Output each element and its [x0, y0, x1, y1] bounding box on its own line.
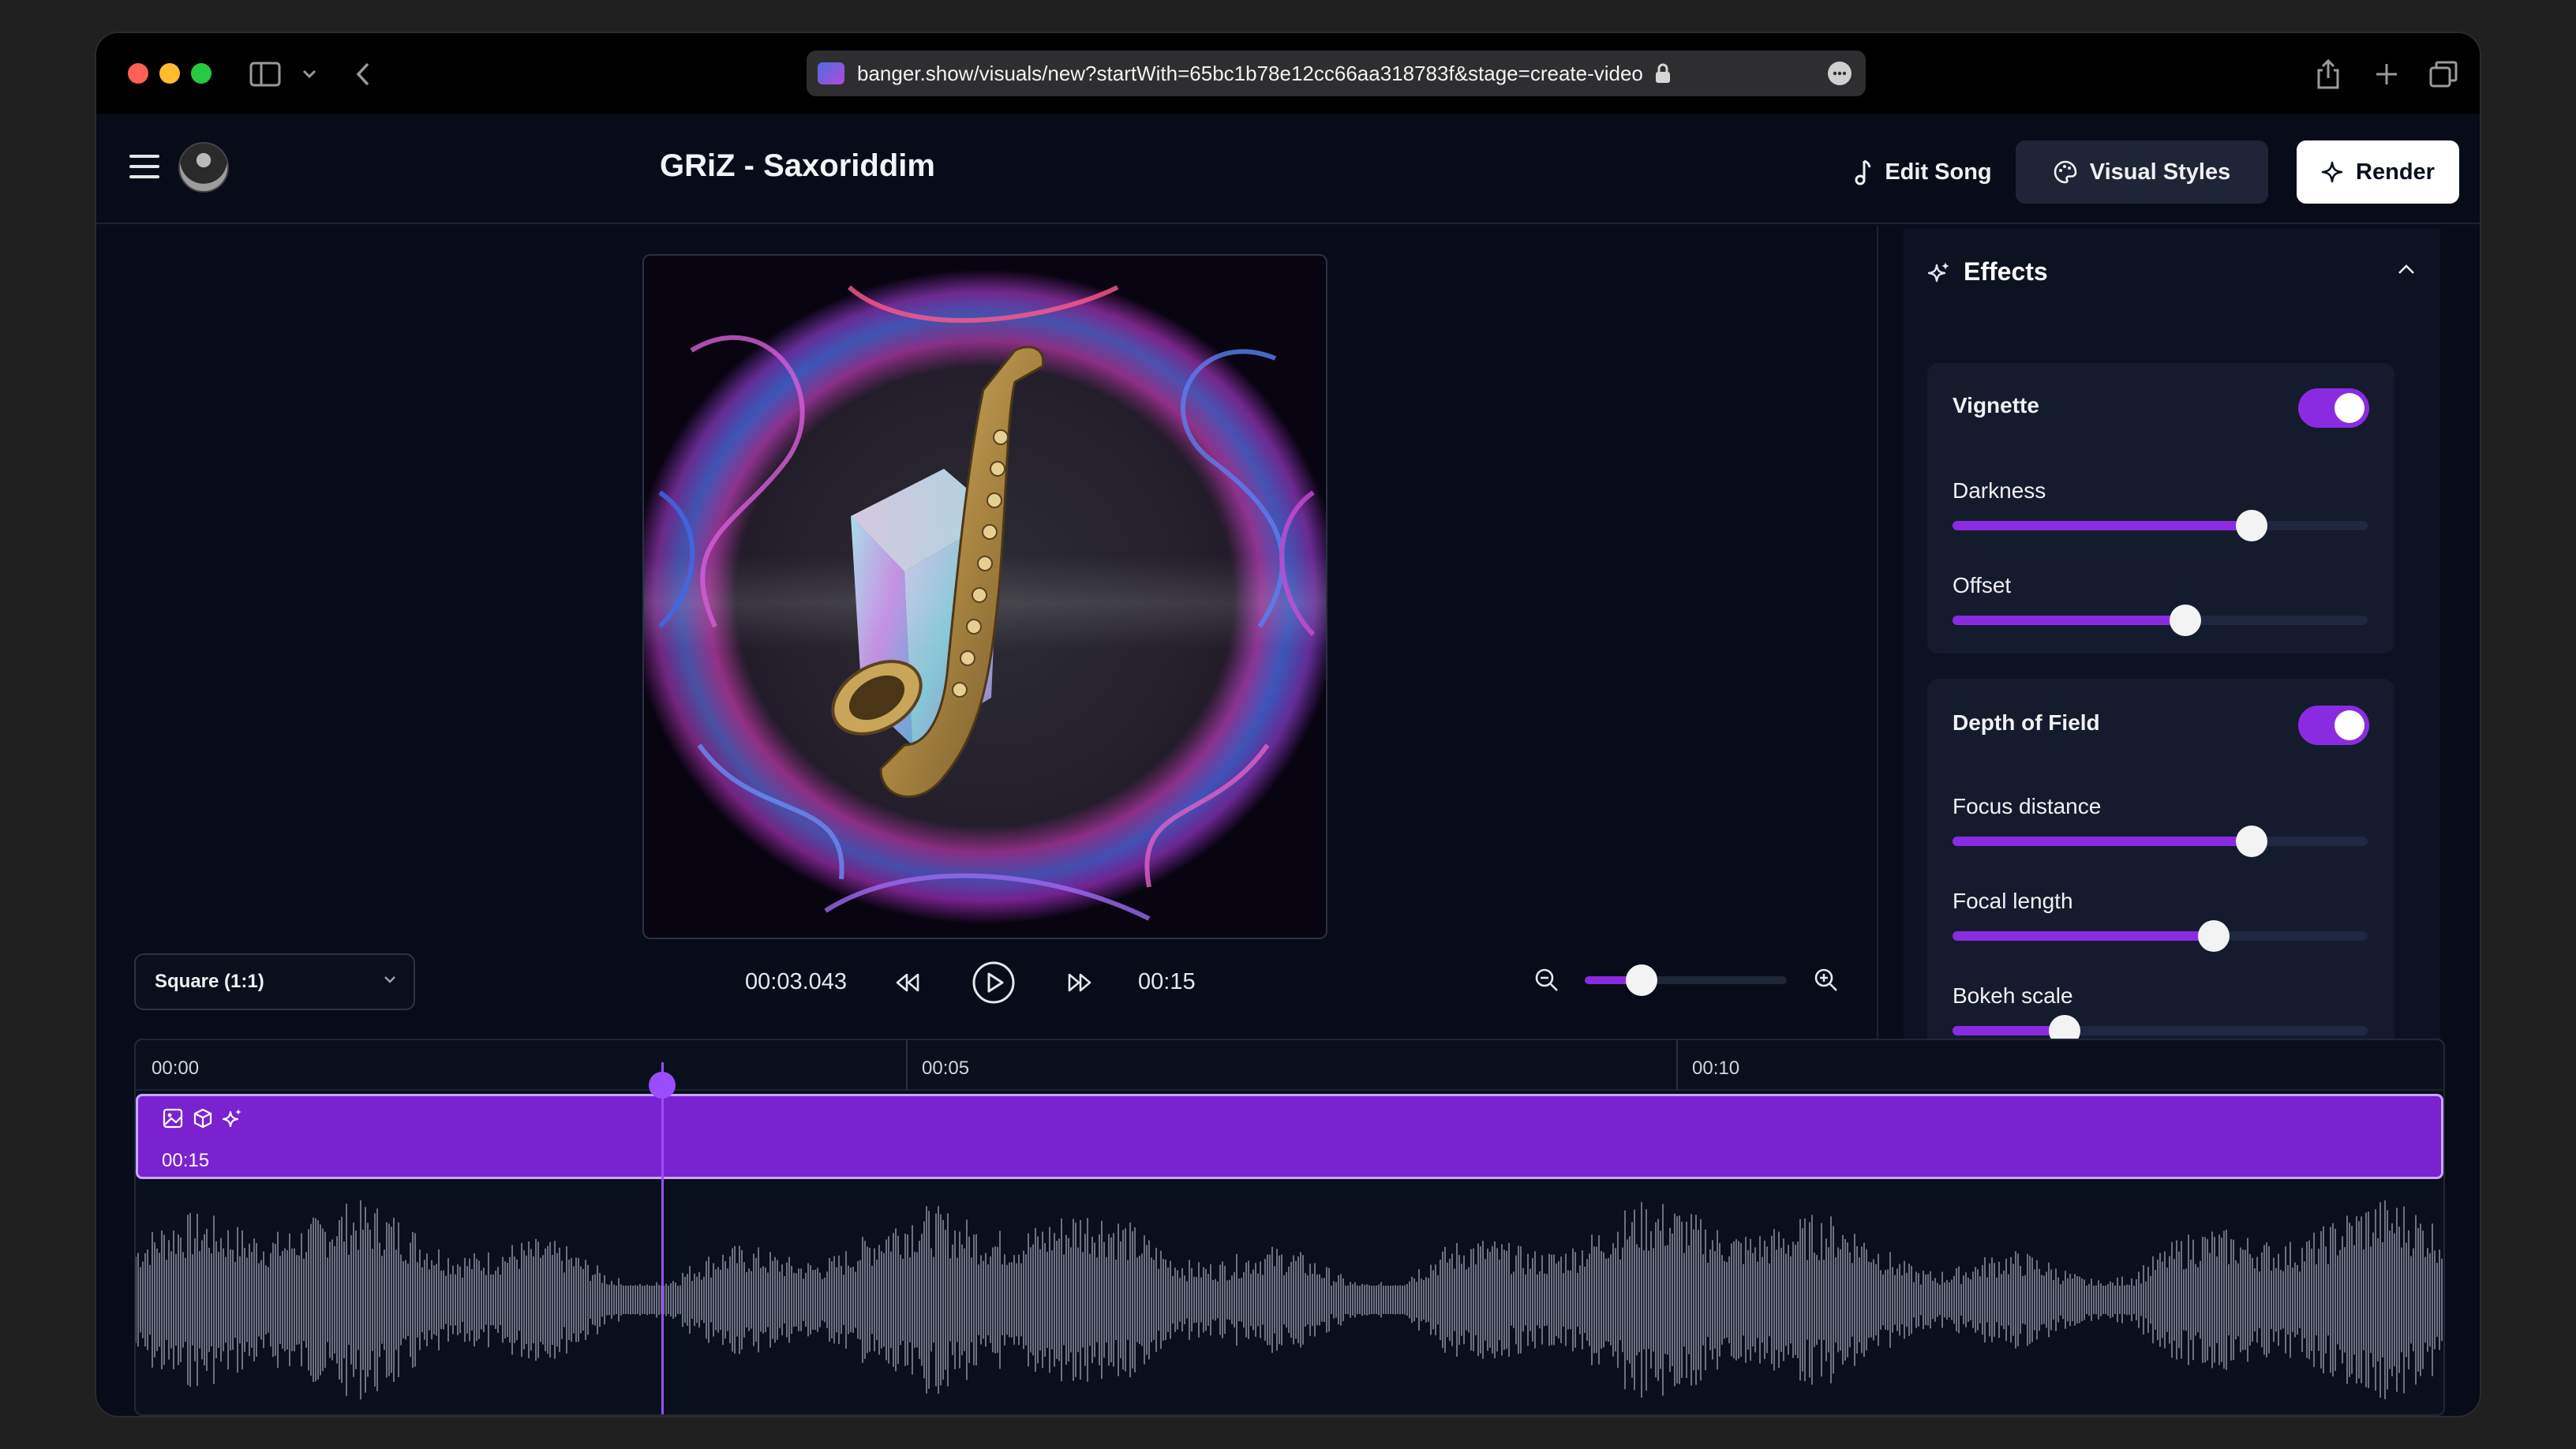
bokeh-scale-label: Bokeh scale	[1953, 983, 2073, 1008]
zoom-in-icon	[1814, 968, 1837, 991]
vignette-title: Vignette	[1953, 393, 2039, 417]
edit-song-label: Edit Song	[1885, 159, 1992, 185]
focal-length-slider-fill	[1953, 931, 2215, 941]
sidebar-icon[interactable]	[248, 57, 283, 92]
sparkle-icon	[1927, 261, 1949, 282]
darkness-slider[interactable]	[1953, 510, 2368, 541]
sparkle-icon	[222, 1109, 242, 1128]
image-icon	[163, 1108, 183, 1129]
cube-icon	[193, 1108, 212, 1129]
preview-artwork	[657, 285, 1316, 921]
fast-forward-button[interactable]	[1058, 963, 1102, 1002]
music-note-icon	[1855, 159, 1871, 185]
darkness-slider-fill	[1953, 521, 2252, 530]
sparkle-icon	[2321, 161, 2343, 183]
depth-of-field-toggle[interactable]	[2298, 706, 2369, 745]
avatar[interactable]	[178, 142, 229, 193]
offset-label: Offset	[1953, 573, 2012, 597]
lock-icon	[1655, 63, 1670, 83]
browser-titlebar: banger.show/visuals/new?startWith=65bc1b…	[96, 33, 2480, 114]
tick-label-0: 00:00	[152, 1058, 200, 1079]
page-title: GRiZ - Saxoriddim	[660, 148, 935, 183]
address-bar-url: banger.show/visuals/new?startWith=65bc1b…	[857, 61, 1643, 85]
rewind-button[interactable]	[886, 963, 930, 1002]
vignette-toggle[interactable]	[2298, 388, 2369, 428]
aspect-ratio-value: Square (1:1)	[155, 971, 264, 992]
timeline-ruler[interactable]: 00:00 00:05 00:10	[136, 1040, 2443, 1091]
focus-distance-label: Focus distance	[1953, 794, 2102, 818]
edit-song-button[interactable]: Edit Song	[1825, 140, 2022, 204]
offset-slider[interactable]	[1953, 605, 2368, 636]
playhead-line	[661, 1062, 664, 1414]
render-button[interactable]: Render	[2297, 140, 2459, 204]
timeline[interactable]: 00:00 00:05 00:10 00:15	[134, 1039, 2445, 1416]
bokeh-scale-slider-thumb[interactable]	[2049, 1015, 2081, 1039]
tabs-icon[interactable]	[2426, 57, 2461, 92]
effects-header[interactable]: Effects	[1927, 257, 2048, 286]
chevron-down-icon[interactable]	[292, 57, 327, 92]
current-time: 00:03.043	[745, 969, 848, 994]
chevron-down-icon	[384, 976, 395, 983]
depth-of-field-title: Depth of Field	[1953, 710, 2100, 735]
effects-title: Effects	[1964, 257, 2048, 286]
tick-label-5: 00:05	[922, 1058, 970, 1079]
darkness-label: Darkness	[1953, 478, 2046, 503]
close-window-button[interactable]	[128, 63, 148, 84]
offset-slider-fill	[1953, 616, 2185, 625]
address-bar[interactable]: banger.show/visuals/new?startWith=65bc1b…	[807, 51, 1866, 96]
zoom-slider[interactable]	[1585, 964, 1787, 996]
zoom-out-button[interactable]	[1531, 964, 1563, 996]
render-label: Render	[2356, 159, 2435, 185]
fast-forward-icon	[1068, 973, 1091, 992]
zoom-in-button[interactable]	[1810, 964, 1842, 996]
palette-icon	[2054, 160, 2077, 184]
clip-duration: 00:15	[162, 1150, 210, 1171]
chevron-up-icon[interactable]	[2398, 264, 2415, 275]
menu-icon[interactable]	[129, 155, 159, 180]
visual-styles-label: Visual Styles	[2089, 159, 2231, 185]
aspect-ratio-select[interactable]: Square (1:1)	[134, 953, 415, 1010]
panel-divider	[1877, 226, 1878, 1039]
maximize-window-button[interactable]	[191, 63, 212, 84]
site-favicon	[818, 62, 844, 84]
darkness-slider-thumb[interactable]	[2235, 510, 2267, 541]
video-preview[interactable]	[642, 254, 1327, 939]
tick-label-10: 00:10	[1692, 1058, 1740, 1079]
ruler-tick	[906, 1040, 908, 1091]
browser-window: banger.show/visuals/new?startWith=65bc1b…	[95, 32, 2481, 1417]
clip-icons	[162, 1107, 244, 1129]
focus-distance-slider-thumb[interactable]	[2235, 826, 2267, 857]
bokeh-scale-slider-fill	[1953, 1026, 2065, 1035]
focal-length-label: Focal length	[1953, 889, 2073, 913]
play-icon	[972, 961, 1015, 1004]
waveform-path	[136, 1200, 2443, 1400]
focus-distance-slider[interactable]	[1953, 826, 2368, 857]
offset-slider-thumb[interactable]	[2169, 605, 2201, 636]
more-options-icon[interactable]	[1828, 62, 1852, 85]
zoom-out-icon	[1535, 968, 1558, 991]
focus-distance-slider-fill	[1953, 837, 2252, 846]
total-time: 00:15	[1138, 969, 1196, 994]
share-icon[interactable]	[2311, 57, 2346, 92]
back-icon[interactable]	[346, 57, 380, 92]
audio-waveform[interactable]	[136, 1185, 2443, 1414]
app-header: GRiZ - Saxoriddim Edit Song Visual Style…	[96, 114, 2480, 224]
timeline-clip[interactable]: 00:15	[136, 1094, 2443, 1179]
focal-length-slider-thumb[interactable]	[2198, 920, 2230, 952]
new-tab-icon[interactable]	[2369, 57, 2404, 92]
zoom-slider-thumb[interactable]	[1625, 964, 1657, 996]
focal-length-slider[interactable]	[1953, 920, 2368, 952]
vignette-card: Vignette Darkness Offset	[1927, 363, 2394, 653]
playhead-handle[interactable]	[649, 1072, 676, 1099]
effects-panel: Effects Vignette Darkness Offset Depth o…	[1904, 229, 2440, 1039]
bokeh-scale-slider[interactable]	[1953, 1015, 2368, 1039]
minimize-window-button[interactable]	[159, 63, 180, 84]
visual-styles-button[interactable]: Visual Styles	[2016, 140, 2268, 204]
depth-of-field-card: Depth of Field Focus distance Focal leng…	[1927, 679, 2394, 1039]
rewind-icon	[896, 973, 919, 992]
ruler-tick	[1676, 1040, 1678, 1091]
play-button[interactable]	[958, 947, 1029, 1018]
